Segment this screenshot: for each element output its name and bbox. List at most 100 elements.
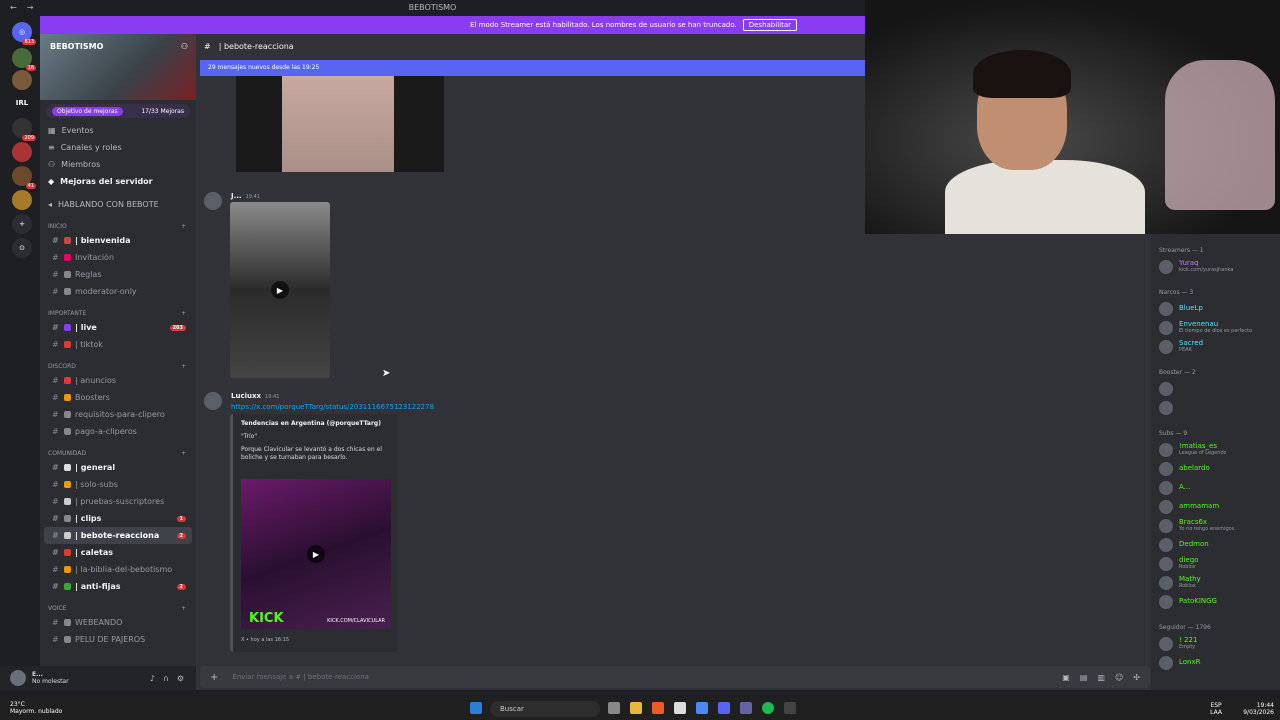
menu-server-boost[interactable]: ◆ Mejoras del servidor (40, 173, 196, 190)
channel-category[interactable]: COMUNIDAD + (40, 440, 196, 459)
channel-item[interactable]: # | general (44, 459, 192, 476)
channel-item[interactable]: # | clips 1 (44, 510, 192, 527)
discord-home-icon[interactable]: ◎ 813 (12, 22, 36, 45)
microphone-icon[interactable]: ♪ (150, 674, 155, 683)
add-member-icon[interactable]: ⚇ (181, 42, 188, 51)
member-item[interactable]: Bracs6x Yo no tengo enemigos. (1151, 516, 1280, 535)
sticker-icon[interactable]: ▥ (1097, 673, 1105, 682)
message-author[interactable]: Luciuxx (231, 392, 261, 400)
disable-streamer-button[interactable]: Deshabilitar (742, 19, 797, 31)
play-icon[interactable]: ▶ (271, 281, 289, 299)
gift-icon[interactable]: ▣ (1062, 673, 1070, 682)
obs-icon[interactable] (784, 702, 796, 714)
channel-category[interactable]: VOICE + (40, 595, 196, 614)
add-channel-icon[interactable]: + (181, 223, 186, 230)
server-name[interactable]: BEBOTISMO (50, 42, 103, 51)
message-link[interactable]: https://x.com/porqueTTarg/status/2031116… (231, 403, 434, 411)
channel-category[interactable]: IMPORTANTE + (40, 300, 196, 319)
message-composer[interactable]: + Enviar mensaje a # | bebote-reacciona … (200, 666, 1150, 688)
channel-item[interactable]: # | pruebas-suscriptores (44, 493, 192, 510)
menu-channels-roles[interactable]: ≡ Canales y roles (40, 139, 196, 156)
headphones-icon[interactable]: ∩ (163, 674, 169, 683)
add-channel-icon[interactable]: + (181, 450, 186, 457)
member-item[interactable]: ammamam (1151, 497, 1280, 516)
message-author[interactable]: J... (231, 192, 242, 200)
emoji-icon[interactable]: ☺ (1115, 673, 1123, 682)
member-item[interactable]: ! 221 Empty (1151, 634, 1280, 653)
weather-widget[interactable]: 23°C Mayorm. nublado (10, 701, 62, 715)
task-view-icon[interactable] (608, 702, 620, 714)
member-item[interactable]: Mathy Roblox (1151, 573, 1280, 592)
brave-icon[interactable] (652, 702, 664, 714)
server-icon[interactable]: 209 (12, 118, 36, 141)
member-item[interactable]: Sacred PEAK (1151, 337, 1280, 356)
channel-category[interactable]: INICIO + (40, 213, 196, 232)
add-channel-icon[interactable]: + (181, 310, 186, 317)
channel-item[interactable]: # | anti-fijas 2 (44, 578, 192, 595)
new-messages-bar[interactable]: 29 mensajes nuevos desde las 19:25 (200, 60, 865, 76)
avatar[interactable] (10, 670, 26, 686)
apps-icon[interactable]: ✣ (1133, 673, 1140, 682)
channel-item[interactable]: # | la-biblia-del-bebotismo (44, 561, 192, 578)
channel-item[interactable]: # WEBEANDO (44, 614, 192, 631)
add-channel-icon[interactable]: + (181, 605, 186, 612)
member-item[interactable]: PatoKINGG (1151, 592, 1280, 611)
channel-item[interactable]: # moderator-only (44, 283, 192, 300)
channel-item[interactable]: # | live 203 (44, 319, 192, 336)
menu-events[interactable]: ▦ Eventos (40, 122, 196, 139)
server-icon[interactable]: 41 (12, 166, 36, 189)
windows-start-icon[interactable] (470, 702, 482, 714)
member-item[interactable]: Envenenau El tiempo de dios es perfecto (1151, 318, 1280, 337)
file-explorer-icon[interactable] (630, 702, 642, 714)
explore-icon[interactable]: ⊙ (12, 238, 32, 258)
language-indicator[interactable]: ESP LAA (1210, 702, 1222, 716)
server-icon[interactable] (12, 70, 32, 90)
member-item[interactable]: BlueLp (1151, 299, 1280, 318)
play-icon[interactable]: ▶ (307, 545, 325, 563)
menu-members[interactable]: ⚇ Miembros (40, 156, 196, 173)
gif-icon[interactable]: ▤ (1080, 673, 1088, 682)
member-item[interactable] (1151, 398, 1280, 417)
avatar[interactable] (204, 392, 222, 410)
member-item[interactable]: abelardo (1151, 459, 1280, 478)
channel-item[interactable]: # | tiktok (44, 336, 192, 353)
taskbar-search[interactable]: Buscar (490, 701, 600, 717)
avatar[interactable] (204, 192, 222, 210)
channel-item[interactable]: # Invitación (44, 249, 192, 266)
channel-item[interactable]: # | bebote-reacciona 2 (44, 527, 192, 544)
member-item[interactable] (1151, 379, 1280, 398)
channel-item[interactable]: # PELU DE PAJEROS (44, 631, 192, 648)
composer-placeholder[interactable]: Enviar mensaje a # | bebote-reacciona (232, 673, 369, 681)
gear-icon[interactable]: ⚙ (177, 674, 184, 683)
member-item[interactable]: Dedmon (1151, 535, 1280, 554)
voice-hablando[interactable]: ◂ HABLANDO CON BEBOTE (40, 196, 196, 213)
member-item[interactable]: A... (1151, 478, 1280, 497)
member-item[interactable]: Yuraq kick.com/yurasjhanka (1151, 257, 1280, 276)
boost-progress[interactable]: Objetivo de mejoras 17/33 Mejoras (46, 104, 190, 118)
clock[interactable]: 19:44 9/03/2026 (1243, 702, 1274, 716)
add-channel-icon[interactable]: + (181, 363, 186, 370)
server-icon[interactable] (12, 142, 32, 162)
notepad-icon[interactable] (674, 702, 686, 714)
discord-icon[interactable] (718, 702, 730, 714)
teams-icon[interactable] (740, 702, 752, 714)
channel-item[interactable]: # | solo-subs (44, 476, 192, 493)
video-attachment[interactable]: ▶ (230, 202, 330, 378)
channel-item[interactable]: # | caletas (44, 544, 192, 561)
channel-item[interactable]: # pago-a-cliperos (44, 423, 192, 440)
plus-icon[interactable]: + (210, 672, 218, 683)
member-item[interactable]: diego Roblox (1151, 554, 1280, 573)
channel-item[interactable]: # requisitos-para-clipero (44, 406, 192, 423)
server-irl[interactable]: IRL (12, 93, 32, 113)
embed-video[interactable]: ▶ KICK KICK.COM/CLAVICULAR (241, 479, 391, 629)
member-item[interactable]: LonxR (1151, 653, 1280, 672)
embed-title[interactable]: Tendencias en Argentina (@porqueTTarg) (241, 420, 390, 427)
channel-item[interactable]: # | bienvenida (44, 232, 192, 249)
image-attachment[interactable] (236, 76, 444, 172)
channel-item[interactable]: # Reglas (44, 266, 192, 283)
channel-item[interactable]: # | anuncios (44, 372, 192, 389)
server-icon[interactable]: 18 (12, 48, 36, 71)
channel-category[interactable]: DISCORD + (40, 353, 196, 372)
add-server-icon[interactable]: + (12, 214, 32, 234)
chrome-icon[interactable] (696, 702, 708, 714)
